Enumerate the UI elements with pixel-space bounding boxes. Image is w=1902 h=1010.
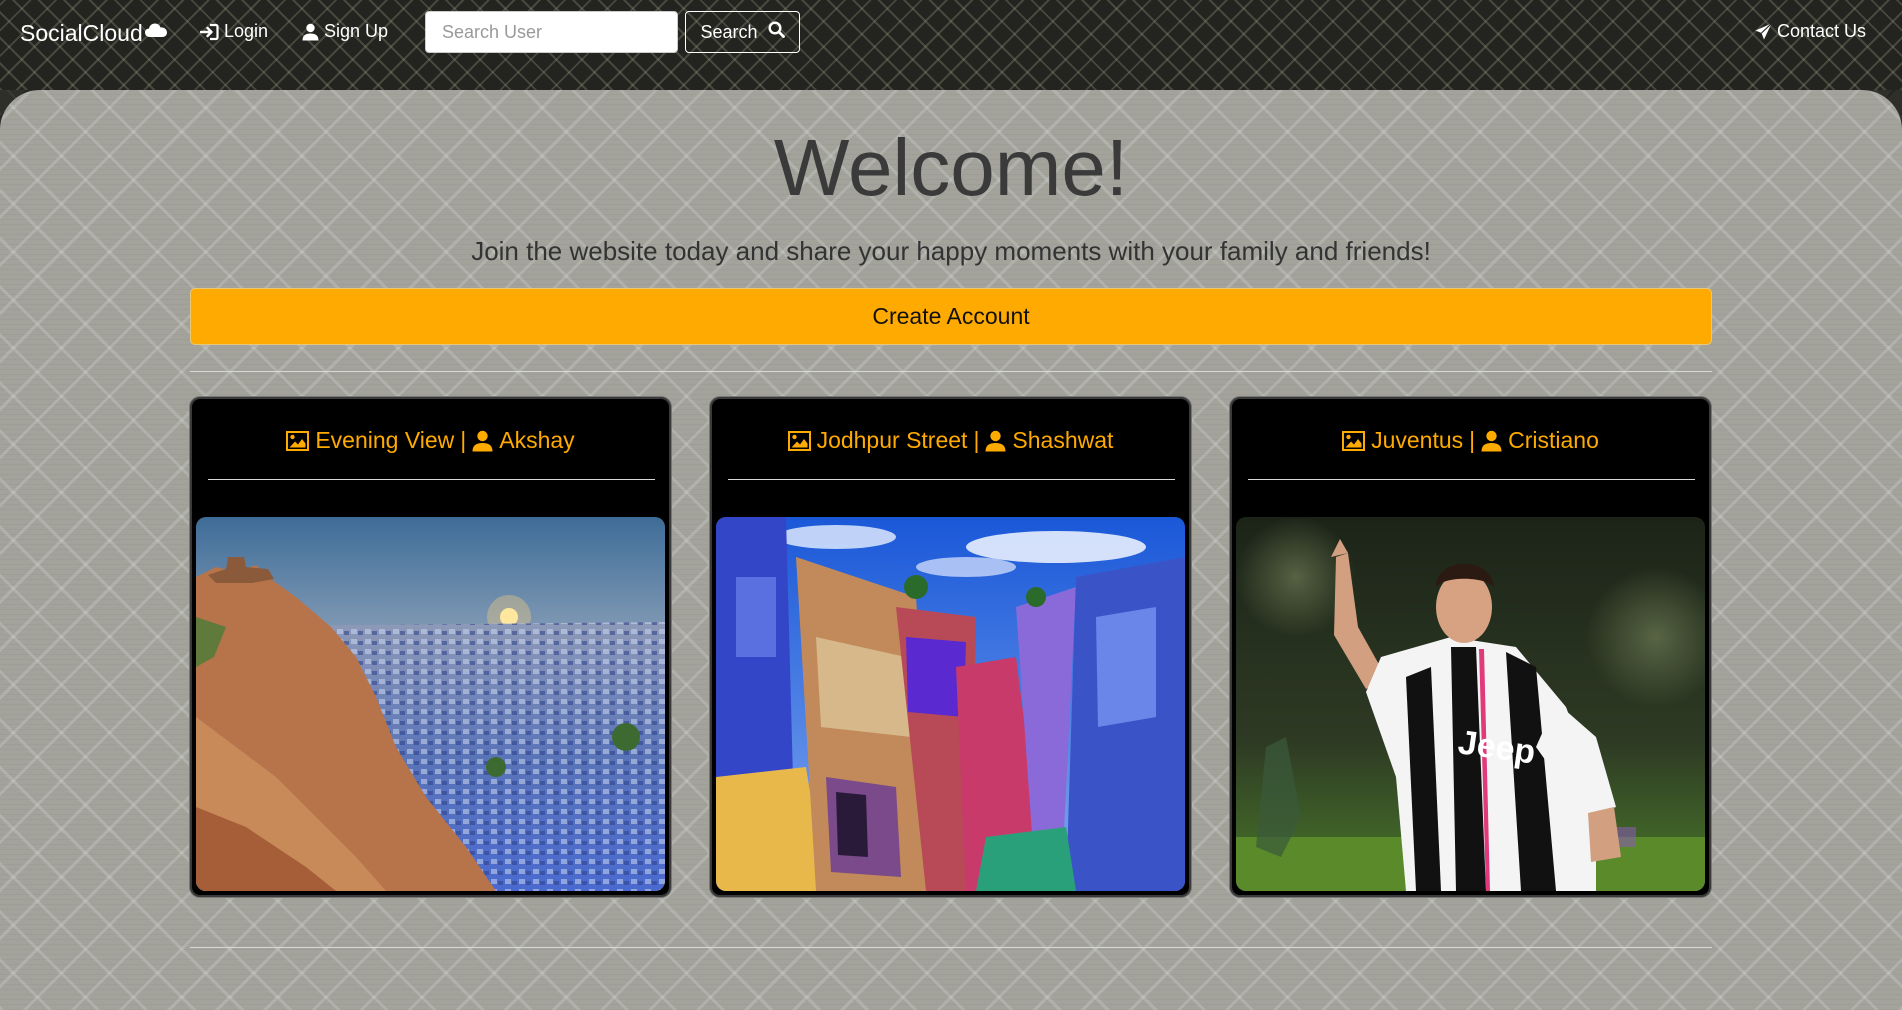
user-icon: [302, 23, 319, 41]
post-card[interactable]: Jodhpur Street | Shashwat: [710, 397, 1191, 897]
create-account-label: Create Account: [872, 303, 1030, 329]
login-link[interactable]: Login: [200, 21, 268, 42]
contact-label: Contact Us: [1777, 21, 1867, 41]
create-account-button[interactable]: Create Account: [190, 288, 1712, 345]
image-icon: [787, 430, 811, 451]
post-card[interactable]: Juventus | Cristiano Jeep: [1230, 397, 1711, 897]
card-divider: [1248, 479, 1695, 480]
post-author: Cristiano: [1508, 427, 1599, 453]
page-subtitle: Join the website today and share your ha…: [471, 236, 1431, 266]
post-card-header: Juventus | Cristiano: [1232, 427, 1709, 454]
search-label: Search: [700, 21, 758, 42]
card-divider: [728, 479, 1175, 480]
paper-plane-icon: [1755, 23, 1772, 40]
post-title: Juventus: [1371, 427, 1464, 453]
brand-name: SocialCloud: [20, 20, 143, 46]
contact-link[interactable]: Contact Us: [1755, 21, 1866, 42]
search-icon: [768, 21, 785, 43]
navbar: SocialCloud Login Sign Up Search User Se…: [0, 0, 1902, 90]
brand-logo[interactable]: SocialCloud: [20, 20, 168, 47]
post-author: Akshay: [499, 427, 575, 453]
post-title: Jodhpur Street: [816, 427, 968, 453]
divider: [190, 947, 1712, 948]
post-image-jodhpur-street[interactable]: [716, 517, 1185, 891]
post-card-header: Jodhpur Street | Shashwat: [712, 427, 1189, 454]
post-card[interactable]: Evening View | Akshay: [190, 397, 671, 897]
image-icon: [1342, 430, 1366, 451]
user-icon: [472, 430, 493, 452]
divider: [190, 371, 1712, 372]
login-label: Login: [224, 21, 269, 41]
post-separator: |: [1469, 427, 1476, 453]
signup-label: Sign Up: [324, 21, 389, 41]
post-separator: |: [973, 427, 980, 453]
user-icon: [985, 430, 1006, 452]
signup-link[interactable]: Sign Up: [302, 21, 388, 42]
image-icon: [286, 430, 310, 451]
search-input[interactable]: [425, 11, 678, 53]
cloud-icon: [144, 17, 168, 44]
login-icon: [200, 23, 219, 41]
post-card-header: Evening View | Akshay: [192, 427, 669, 454]
card-divider: [208, 479, 655, 480]
post-separator: |: [460, 427, 467, 453]
search-button[interactable]: Search: [685, 11, 800, 53]
post-author: Shashwat: [1012, 427, 1114, 453]
post-title: Evening View: [315, 427, 455, 453]
page-title: Welcome!: [773, 123, 1129, 212]
post-image-jodhpur-sunset[interactable]: [196, 517, 665, 891]
post-image-footballer[interactable]: Jeep: [1236, 517, 1705, 891]
user-icon: [1481, 430, 1502, 452]
